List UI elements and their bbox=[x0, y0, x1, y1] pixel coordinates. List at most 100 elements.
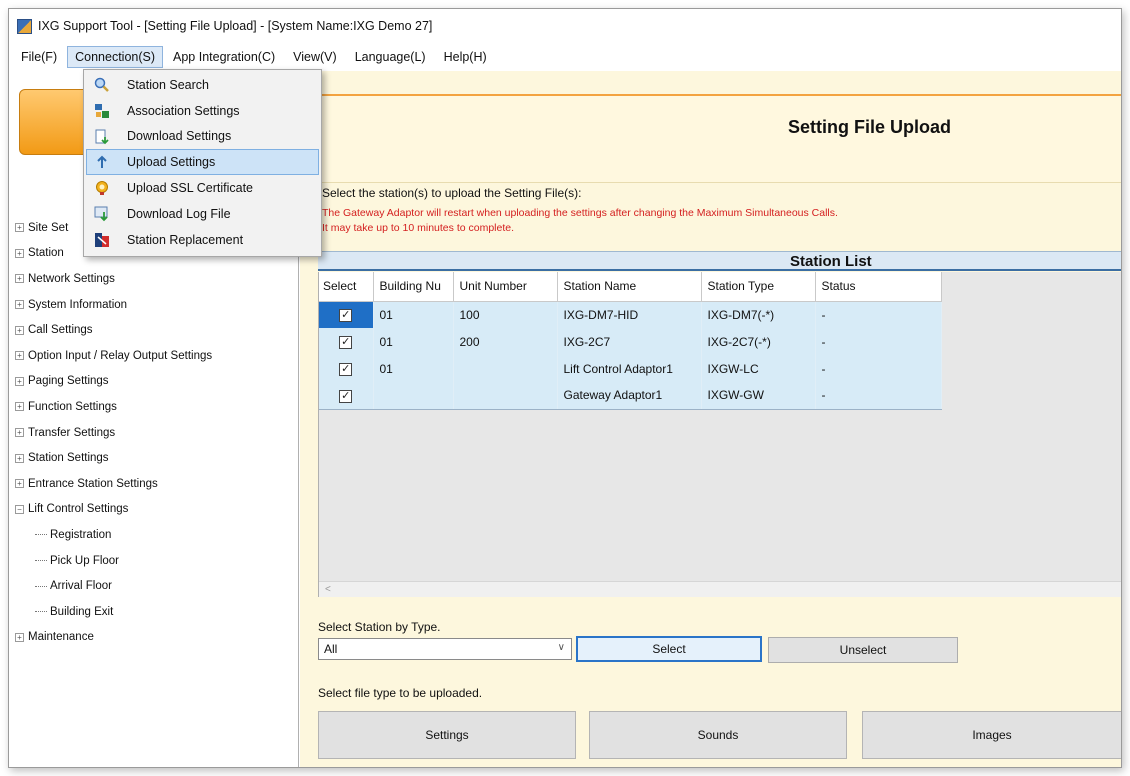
station-name-cell: IXG-DM7-HID bbox=[557, 301, 702, 328]
unselect-button[interactable]: Unselect bbox=[768, 637, 958, 663]
column-header-building-number[interactable]: Building Nu bbox=[373, 272, 454, 302]
station-type-value: All bbox=[324, 642, 338, 656]
main-pane: Setting File Upload Select the station(s… bbox=[300, 71, 1121, 767]
select-cell[interactable]: ✓ bbox=[319, 355, 374, 382]
expand-icon[interactable]: + bbox=[15, 300, 24, 310]
menu-item-download-log-file[interactable]: Download Log File bbox=[86, 201, 319, 227]
menu-item-association-settings[interactable]: Association Settings bbox=[86, 98, 319, 124]
column-header-station-name[interactable]: Station Name bbox=[557, 272, 702, 302]
table-row[interactable]: ✓ Gateway Adaptor1 IXGW-GW - bbox=[319, 382, 942, 410]
station-type-dropdown[interactable]: All ∨ bbox=[318, 638, 572, 660]
tree-item-pick-up-floor[interactable]: Pick Up Floor bbox=[9, 548, 298, 574]
app-window: IXG Support Tool - [Setting File Upload]… bbox=[8, 8, 1122, 768]
station-type-cell: IXG-2C7(-*) bbox=[701, 328, 816, 355]
scroll-left-icon[interactable]: < bbox=[325, 584, 331, 595]
menu-item-label: Download Log File bbox=[127, 206, 231, 221]
sounds-button[interactable]: Sounds bbox=[589, 711, 847, 759]
select-by-type-label: Select Station by Type. bbox=[318, 620, 441, 634]
settings-button[interactable]: Settings bbox=[318, 711, 576, 759]
tree-item-lift-control-settings[interactable]: − Lift Control Settings bbox=[9, 497, 298, 523]
expand-icon[interactable]: + bbox=[15, 274, 24, 284]
window-title: IXG Support Tool - [Setting File Upload]… bbox=[38, 19, 433, 33]
column-header-unit-number[interactable]: Unit Number bbox=[453, 272, 558, 302]
column-header-status[interactable]: Status bbox=[815, 272, 942, 302]
tree-item-function-settings[interactable]: + Function Settings bbox=[9, 394, 298, 420]
menu-item-upload-settings[interactable]: Upload Settings bbox=[86, 149, 319, 176]
tree-connector bbox=[35, 534, 47, 536]
tree-item-label: Entrance Station Settings bbox=[28, 477, 158, 490]
tree-item-transfer-settings[interactable]: + Transfer Settings bbox=[9, 420, 298, 446]
collapse-icon[interactable]: − bbox=[15, 504, 24, 514]
table-row[interactable]: ✓ 01 200 IXG-2C7 IXG-2C7(-*) - bbox=[319, 328, 942, 355]
tree-item-system-information[interactable]: + System Information bbox=[9, 292, 298, 318]
tree-item-paging-settings[interactable]: + Paging Settings bbox=[9, 369, 298, 395]
select-button[interactable]: Select bbox=[576, 636, 762, 662]
select-cell[interactable]: ✓ bbox=[319, 328, 374, 355]
menu-view[interactable]: View(V) bbox=[285, 46, 345, 68]
images-button[interactable]: Images bbox=[862, 711, 1121, 759]
menu-language[interactable]: Language(L) bbox=[347, 46, 434, 68]
page-title: Setting File Upload bbox=[787, 117, 951, 137]
tree-item-label: Arrival Floor bbox=[50, 580, 112, 593]
row-checkbox[interactable]: ✓ bbox=[339, 389, 353, 403]
tree-item-label: Station bbox=[28, 247, 64, 260]
select-cell[interactable]: ✓ bbox=[319, 382, 374, 410]
settings-tree: + Site Set + Station + Network Settings … bbox=[9, 215, 298, 650]
menu-app-integration[interactable]: App Integration(C) bbox=[165, 46, 283, 68]
menu-item-upload-ssl-certificate[interactable]: Upload SSL Certificate bbox=[86, 175, 319, 201]
station-name-cell: IXG-2C7 bbox=[557, 328, 702, 355]
expand-icon[interactable]: + bbox=[15, 632, 24, 642]
expand-icon[interactable]: + bbox=[15, 453, 24, 463]
unit-number-cell: 200 bbox=[453, 328, 558, 355]
menu-file[interactable]: File(F) bbox=[13, 46, 65, 68]
menu-connection[interactable]: Connection(S) bbox=[67, 46, 164, 68]
tree-item-call-settings[interactable]: + Call Settings bbox=[9, 317, 298, 343]
select-cell[interactable]: ✓ bbox=[319, 301, 374, 328]
tree-item-network-settings[interactable]: + Network Settings bbox=[9, 266, 298, 292]
building-number-cell: 01 bbox=[373, 301, 454, 328]
building-number-cell: 01 bbox=[373, 355, 454, 382]
menu-help[interactable]: Help(H) bbox=[436, 46, 495, 68]
tree-item-option-input-relay-output[interactable]: + Option Input / Relay Output Settings bbox=[9, 343, 298, 369]
status-cell: - bbox=[815, 301, 942, 328]
unit-number-cell: 100 bbox=[453, 301, 558, 328]
building-number-cell bbox=[373, 382, 454, 410]
station-type-cell: IXG-DM7(-*) bbox=[701, 301, 816, 328]
tree-item-building-exit[interactable]: Building Exit bbox=[9, 599, 298, 625]
station-grid: Select Building Nu Unit Number Station N… bbox=[318, 272, 1121, 597]
column-header-station-type[interactable]: Station Type bbox=[701, 272, 816, 302]
table-row[interactable]: ✓ 01 Lift Control Adaptor1 IXGW-LC - bbox=[319, 355, 942, 382]
tree-connector bbox=[35, 585, 47, 587]
column-header-select[interactable]: Select bbox=[319, 272, 374, 302]
tree-item-registration[interactable]: Registration bbox=[9, 522, 298, 548]
menu-item-label: Download Settings bbox=[127, 129, 232, 144]
menu-item-download-settings[interactable]: Download Settings bbox=[86, 124, 319, 150]
tree-item-label: Transfer Settings bbox=[28, 426, 116, 439]
tree-item-maintenance[interactable]: + Maintenance bbox=[9, 625, 298, 651]
expand-icon[interactable]: + bbox=[15, 223, 24, 233]
horizontal-scrollbar[interactable]: < bbox=[319, 581, 1121, 597]
expand-icon[interactable]: + bbox=[15, 376, 24, 386]
page-header bbox=[300, 96, 1121, 183]
chevron-down-icon[interactable]: ∨ bbox=[558, 642, 565, 653]
menu-item-station-replacement[interactable]: Station Replacement bbox=[86, 227, 319, 253]
expand-icon[interactable]: + bbox=[15, 402, 24, 412]
menu-item-station-search[interactable]: Station Search bbox=[86, 72, 319, 98]
tree-item-station-settings[interactable]: + Station Settings bbox=[9, 445, 298, 471]
tree-item-entrance-station-settings[interactable]: + Entrance Station Settings bbox=[9, 471, 298, 497]
tree-item-label: Network Settings bbox=[28, 272, 115, 285]
tree-item-label: Registration bbox=[50, 528, 112, 541]
expand-icon[interactable]: + bbox=[15, 325, 24, 335]
expand-icon[interactable]: + bbox=[15, 248, 24, 258]
row-checkbox[interactable]: ✓ bbox=[339, 336, 353, 349]
expand-icon[interactable]: + bbox=[15, 351, 24, 361]
expand-icon[interactable]: + bbox=[15, 428, 24, 438]
warning-text-line1: The Gateway Adaptor will restart when up… bbox=[322, 207, 838, 219]
tree-item-label: Maintenance bbox=[28, 631, 94, 644]
expand-icon[interactable]: + bbox=[15, 479, 24, 489]
row-checkbox[interactable]: ✓ bbox=[339, 309, 353, 323]
row-checkbox[interactable]: ✓ bbox=[339, 363, 353, 376]
table-row[interactable]: ✓ 01 100 IXG-DM7-HID IXG-DM7(-*) - bbox=[319, 301, 942, 328]
tree-item-arrival-floor[interactable]: Arrival Floor bbox=[9, 573, 298, 599]
station-name-cell: Gateway Adaptor1 bbox=[557, 382, 702, 410]
